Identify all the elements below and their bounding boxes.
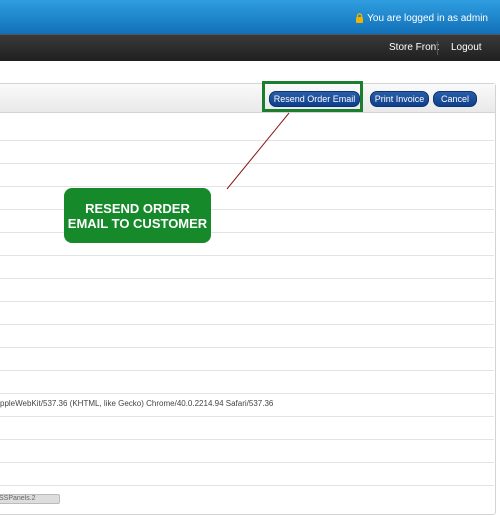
callout-line-1: RESEND ORDER [85,200,190,216]
callout-connector-line [226,112,290,190]
annotation-callout: RESEND ORDER EMAIL TO CUSTOMER [64,188,211,243]
callout-line-2: EMAIL TO CUSTOMER [67,215,208,231]
